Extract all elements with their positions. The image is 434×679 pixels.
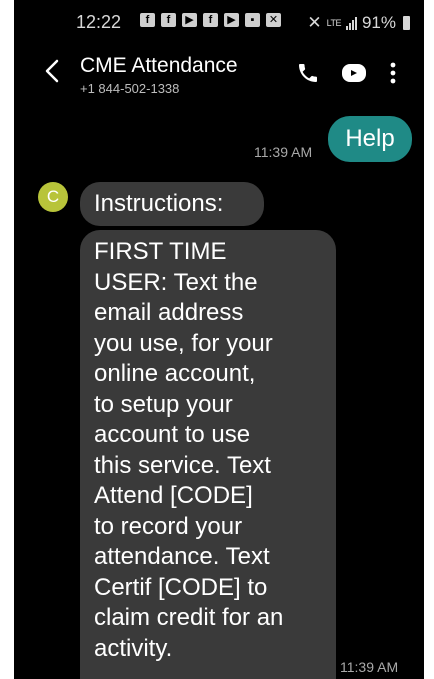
- youtube-icon: ▶: [224, 13, 239, 27]
- more-options-icon[interactable]: [388, 60, 398, 86]
- battery-percent: 91%: [361, 13, 396, 32]
- received-message-bubble[interactable]: Instructions:: [80, 182, 264, 226]
- status-right: ✕ LTE 91%: [307, 13, 410, 33]
- signal-icon: [345, 16, 357, 30]
- received-message-time: 11:39 AM: [340, 659, 399, 675]
- video-call-icon[interactable]: [341, 61, 367, 85]
- facebook-icon: f: [161, 13, 176, 27]
- status-bar: 12:22 f f ▶ f ▶ ▪ ✕ ✕ LTE 91%: [14, 0, 424, 40]
- battery-icon: [403, 16, 410, 30]
- vpn-icon: ✕: [266, 13, 281, 27]
- facebook-icon: f: [203, 13, 218, 27]
- phone-call-icon[interactable]: [296, 61, 320, 85]
- back-arrow-icon[interactable]: [40, 58, 66, 84]
- phone-screen: 12:22 f f ▶ f ▶ ▪ ✕ ✕ LTE 91% CME Attend…: [14, 0, 424, 679]
- mute-icon: ✕: [307, 13, 322, 32]
- facebook-icon: f: [140, 13, 155, 27]
- contact-avatar[interactable]: C: [38, 182, 68, 212]
- sent-message-bubble[interactable]: Help: [328, 116, 412, 162]
- notification-icons: f f ▶ f ▶ ▪ ✕: [140, 13, 281, 27]
- contact-name[interactable]: CME Attendance: [80, 54, 238, 78]
- conversation-header: CME Attendance +1 844-502-1338: [14, 46, 424, 106]
- status-time: 12:22: [76, 12, 122, 32]
- gallery-icon: ▪: [245, 13, 260, 27]
- received-message-bubble[interactable]: FIRST TIME USER: Text the email address …: [80, 230, 336, 679]
- youtube-icon: ▶: [182, 13, 197, 27]
- network-type: LTE: [326, 18, 342, 28]
- sent-message-time: 11:39 AM: [254, 144, 313, 160]
- contact-number: +1 844-502-1338: [80, 81, 180, 96]
